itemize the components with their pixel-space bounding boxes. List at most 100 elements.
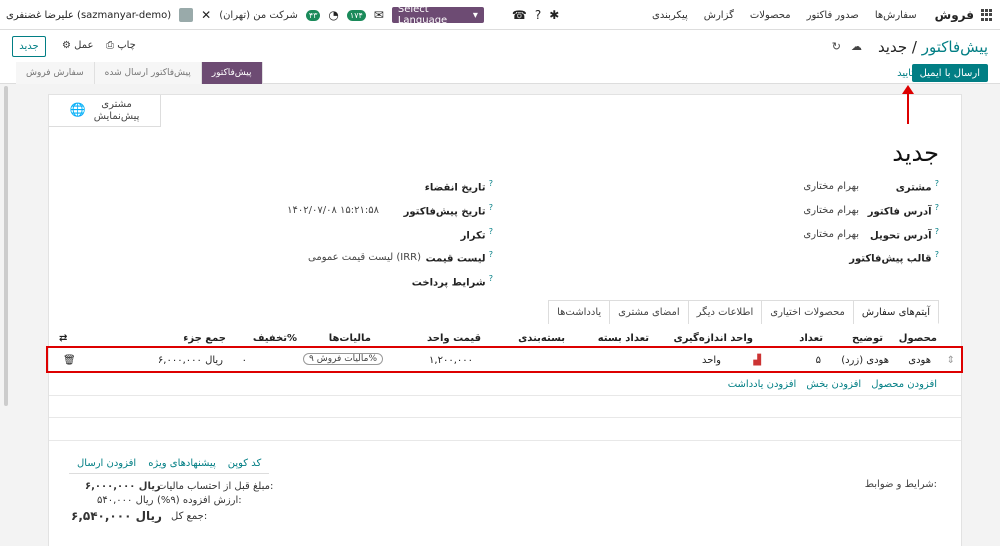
pricelist-value[interactable]: لیست قیمت عمومی (IRR) <box>308 252 421 263</box>
add-note-link[interactable]: افزودن یادداشت <box>728 379 797 390</box>
chevron-down-icon: ▾ <box>472 9 478 21</box>
company-switcher[interactable]: شرکت من (تهران) <box>219 10 298 21</box>
menu-configuration[interactable]: پیکربندی <box>652 10 688 21</box>
pricelist-field[interactable]: لیست قیمت ? <box>426 250 493 264</box>
breadcrumb-parent[interactable]: پیش‌فاکتور <box>922 38 988 56</box>
customer-field[interactable]: مشتری ? <box>896 179 939 193</box>
col-unit-price[interactable]: قیمت واحد <box>427 333 481 344</box>
quotation-template-field[interactable]: قالب پیش‌فاکتور ? <box>849 250 939 264</box>
expiration-field[interactable]: تاریخ انقضاء ? <box>425 179 493 193</box>
help-icon: ? <box>934 250 939 259</box>
menu-orders[interactable]: سفارش‌ها <box>875 10 917 21</box>
promotions-link[interactable]: پیشنهادهای ویژه <box>148 458 216 469</box>
menu-products[interactable]: محصولات <box>750 10 791 21</box>
send-email-button[interactable]: ارسال با ایمیل <box>911 64 988 82</box>
add-product-link[interactable]: افزودن محصول <box>871 379 937 390</box>
invoice-address-value[interactable]: بهرام مختاری <box>803 205 859 216</box>
delivery-address-label: آدرس تحویل <box>870 230 932 242</box>
table-divider <box>49 440 961 441</box>
help-icon[interactable]: ? <box>535 8 541 22</box>
add-section-link[interactable]: افزودن بخش <box>806 379 861 390</box>
delivery-address-value[interactable]: بهرام مختاری <box>803 229 859 240</box>
totals-actions: افزودن ارسال پیشنهادهای ویژه کد کوپن <box>77 458 261 469</box>
recurrence-field[interactable]: تکرار ? <box>461 227 493 241</box>
help-icon: ? <box>488 203 493 212</box>
action-menu[interactable]: ⚙ عمل <box>62 40 93 51</box>
quotation-template-label: قالب پیش‌فاکتور <box>849 253 932 265</box>
tab-order-lines[interactable]: آیتم‌های سفارش <box>852 300 939 324</box>
form-sheet: 🌐 مشتری پیش‌نمایش جدید مشتری ? بهرام مخت… <box>48 94 962 546</box>
language-select[interactable]: Select Language ▾ <box>391 4 484 26</box>
apps-menu-icon[interactable] <box>980 9 992 21</box>
tab-other-info[interactable]: اطلاعات دیگر <box>687 300 763 324</box>
breadcrumb: پیش‌فاکتور / جدید <box>878 38 988 56</box>
menu-reporting[interactable]: گزارش <box>704 10 734 21</box>
col-subtotal[interactable]: جمع جزء <box>183 333 226 344</box>
coupon-link[interactable]: کد کوپن <box>228 458 262 469</box>
phone-icon[interactable]: ☎ <box>512 8 527 22</box>
user-menu[interactable]: علیرضا غضنفری (sazmanyar-demo) <box>6 10 171 21</box>
order-lines-header: محصول توضیح تعداد واحد اندازه‌گیری تعداد… <box>49 328 961 348</box>
clock-icon[interactable]: ◔ <box>328 8 338 22</box>
new-button[interactable]: جدید <box>12 36 46 57</box>
col-description[interactable]: توضیح <box>852 333 883 344</box>
vat-label: ارزش افزوده (۹%): <box>157 495 242 506</box>
help-icon: ? <box>488 250 493 259</box>
action-label: عمل <box>74 40 94 51</box>
col-packaging[interactable]: بسته‌بندی <box>518 333 565 344</box>
add-shipping-link[interactable]: افزودن ارسال <box>77 458 136 469</box>
totals-divider <box>69 473 269 474</box>
app-brand[interactable]: فروش <box>935 8 974 22</box>
untaxed-label: مبلغ قبل از احتساب مالیات: <box>157 481 274 492</box>
record-actions: ↻ ☁ <box>832 40 862 53</box>
col-discount[interactable]: تخفیف% <box>253 333 297 344</box>
scrollbar[interactable] <box>4 86 8 406</box>
status-sale-order[interactable]: سفارش فروش <box>16 62 95 84</box>
status-quotation[interactable]: پیش‌فاکتور <box>201 62 263 84</box>
message-badge[interactable]: ۱۷۴ <box>346 9 366 21</box>
form-statusbar: ارسال با ایمیل تایید سفارش فروش پیش‌فاکت… <box>0 62 1000 84</box>
debug-tools-icon[interactable]: ✕ <box>201 8 211 22</box>
menu-invoicing[interactable]: صدور فاکتور <box>807 10 859 21</box>
col-taxes[interactable]: مالیات‌ها <box>329 333 371 344</box>
optional-columns-icon[interactable]: ⇄ <box>59 333 67 344</box>
globe-icon: 🌐 <box>69 103 86 118</box>
col-uom[interactable]: واحد اندازه‌گیری <box>674 333 753 344</box>
invoice-address-field[interactable]: آدرس فاکتور ? <box>868 203 939 217</box>
col-product[interactable]: محصول <box>899 333 937 344</box>
bug-icon[interactable]: ✱ <box>549 8 559 22</box>
tab-optional-products[interactable]: محصولات اختیاری <box>761 300 854 324</box>
untaxed-amount: ریال ۶,۰۰۰,۰۰۰ <box>85 481 161 492</box>
status-quotation-sent[interactable]: پیش‌فاکتور ارسال شده <box>94 62 202 84</box>
print-menu[interactable]: ⎙ چاپ <box>106 40 136 51</box>
expiration-label: تاریخ انقضاء <box>424 182 486 194</box>
tab-customer-signature[interactable]: امضای مشتری <box>609 300 689 324</box>
breadcrumb-sep: / <box>911 38 917 56</box>
activity-badge[interactable]: ۴۳ <box>305 9 321 21</box>
tab-notes[interactable]: یادداشت‌ها <box>548 300 611 324</box>
delivery-address-field[interactable]: آدرس تحویل ? <box>870 227 939 241</box>
customer-value[interactable]: بهرام مختاری <box>803 181 859 192</box>
customer-preview-button[interactable]: 🌐 مشتری پیش‌نمایش <box>49 95 161 127</box>
avatar[interactable] <box>179 8 194 22</box>
vat-amount: ریال ۵۴۰,۰۰۰ <box>97 495 154 506</box>
discard-icon[interactable]: ↻ <box>832 40 841 53</box>
confirm-button[interactable]: تایید <box>897 68 914 79</box>
add-line-links: افزودن محصول افزودن بخش افزودن یادداشت <box>728 379 937 390</box>
help-icon: ? <box>934 179 939 188</box>
payment-terms-field[interactable]: شرایط پرداخت ? <box>412 274 493 288</box>
table-divider <box>49 395 961 396</box>
table-divider <box>49 417 961 418</box>
stat-preview-label: پیش‌نمایش <box>93 110 140 122</box>
terms-conditions[interactable]: شرایط و ضوابط: <box>865 479 937 490</box>
top-navbar: فروش سفارش‌ها صدور فاکتور محصولات گزارش … <box>0 0 1000 30</box>
col-packaging-qty[interactable]: تعداد بسته <box>598 333 649 344</box>
total-label: جمع کل: <box>171 511 208 522</box>
invoice-address-label: آدرس فاکتور <box>867 206 932 218</box>
chat-icon[interactable]: ✉ <box>374 8 384 22</box>
quotation-date-field[interactable]: تاریخ پیش‌فاکتور ? <box>404 203 493 217</box>
customer-label: مشتری <box>895 182 932 194</box>
col-qty[interactable]: تعداد <box>799 333 823 344</box>
save-cloud-icon[interactable]: ☁ <box>851 40 862 53</box>
quotation-date-value[interactable]: ۱۴۰۲/۰۷/۰۸ ۱۵:۲۱:۵۸ <box>287 205 379 216</box>
